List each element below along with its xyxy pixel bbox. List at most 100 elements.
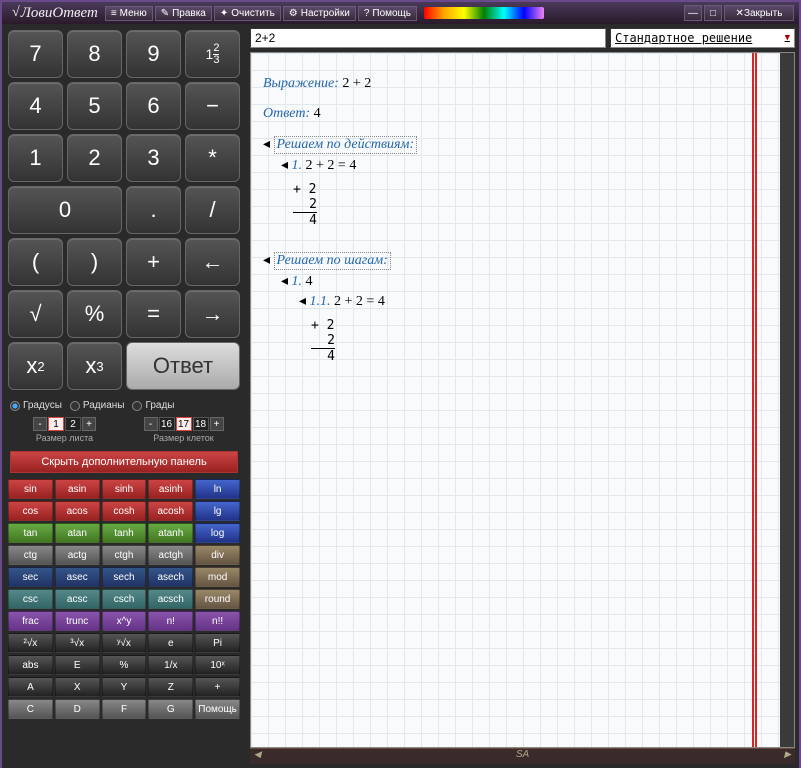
cell-val-17[interactable]: 17 bbox=[176, 417, 192, 431]
fn-abs[interactable]: abs bbox=[8, 655, 53, 675]
fn-actg[interactable]: actg bbox=[55, 545, 100, 565]
fn-²√x[interactable]: ²√x bbox=[8, 633, 53, 653]
fn-n!![interactable]: n!! bbox=[195, 611, 240, 631]
maximize-button[interactable]: □ bbox=[704, 5, 722, 21]
key-5[interactable]: 5 bbox=[67, 82, 122, 130]
fn-acosh[interactable]: acosh bbox=[148, 501, 193, 521]
key-9[interactable]: 9 bbox=[126, 30, 181, 78]
key-1⅔[interactable]: 123 bbox=[185, 30, 240, 78]
fn-G[interactable]: G bbox=[148, 699, 193, 719]
key-([interactable]: ( bbox=[8, 238, 63, 286]
fn-C[interactable]: C bbox=[8, 699, 53, 719]
fn-x^y[interactable]: x^y bbox=[102, 611, 147, 631]
fn-mod[interactable]: mod bbox=[195, 567, 240, 587]
fn-³√x[interactable]: ³√x bbox=[55, 633, 100, 653]
fn-Pi[interactable]: Pi bbox=[195, 633, 240, 653]
key-%[interactable]: % bbox=[67, 290, 122, 338]
fn-X[interactable]: X bbox=[55, 677, 100, 697]
fn-e[interactable]: e bbox=[148, 633, 193, 653]
menu-button[interactable]: ≡Меню bbox=[105, 6, 153, 21]
fn-Помощь[interactable]: Помощь bbox=[195, 699, 240, 719]
fn-sin[interactable]: sin bbox=[8, 479, 53, 499]
key-0[interactable]: 0 bbox=[8, 186, 122, 234]
fn-cos[interactable]: cos bbox=[8, 501, 53, 521]
key-x3[interactable]: x3 bbox=[67, 342, 122, 390]
key-7[interactable]: 7 bbox=[8, 30, 63, 78]
fn-asin[interactable]: asin bbox=[55, 479, 100, 499]
fn-log[interactable]: log bbox=[195, 523, 240, 543]
key-1[interactable]: 1 bbox=[8, 134, 63, 182]
fn-asec[interactable]: asec bbox=[55, 567, 100, 587]
key-)[interactable]: ) bbox=[67, 238, 122, 286]
fn-F[interactable]: F bbox=[102, 699, 147, 719]
settings-button[interactable]: ⚙Настройки bbox=[283, 6, 356, 21]
fn-asech[interactable]: asech bbox=[148, 567, 193, 587]
fn-+[interactable]: + bbox=[195, 677, 240, 697]
key-answer[interactable]: Ответ bbox=[126, 342, 240, 390]
cell-minus[interactable]: - bbox=[144, 417, 158, 431]
fn-Y[interactable]: Y bbox=[102, 677, 147, 697]
key-2[interactable]: 2 bbox=[67, 134, 122, 182]
fn-div[interactable]: div bbox=[195, 545, 240, 565]
fn-round[interactable]: round bbox=[195, 589, 240, 609]
sheet-plus[interactable]: + bbox=[82, 417, 96, 431]
fn-asinh[interactable]: asinh bbox=[148, 479, 193, 499]
key-→[interactable]: → bbox=[185, 290, 240, 338]
fn-tan[interactable]: tan bbox=[8, 523, 53, 543]
fn-acos[interactable]: acos bbox=[55, 501, 100, 521]
fn-frac[interactable]: frac bbox=[8, 611, 53, 631]
fn-trunc[interactable]: trunc bbox=[55, 611, 100, 631]
cell-plus[interactable]: + bbox=[210, 417, 224, 431]
fn-n![interactable]: n! bbox=[148, 611, 193, 631]
fn-ʸ√x[interactable]: ʸ√x bbox=[102, 633, 147, 653]
key-←[interactable]: ← bbox=[185, 238, 240, 286]
fn-csc[interactable]: csc bbox=[8, 589, 53, 609]
key-√[interactable]: √ bbox=[8, 290, 63, 338]
radio-radians[interactable]: Радианы bbox=[70, 400, 125, 411]
sheet-val-1[interactable]: 1 bbox=[48, 417, 64, 431]
vertical-scrollbar[interactable] bbox=[780, 53, 794, 747]
help-button[interactable]: ?Помощь bbox=[358, 6, 417, 21]
expression-input[interactable]: 2+2 bbox=[250, 28, 606, 48]
radio-degrees[interactable]: Градусы bbox=[10, 400, 62, 411]
hide-panel-button[interactable]: Скрыть дополнительную панель bbox=[10, 451, 238, 473]
fn-sech[interactable]: sech bbox=[102, 567, 147, 587]
fn-1/x[interactable]: 1/x bbox=[148, 655, 193, 675]
cell-val-18[interactable]: 18 bbox=[193, 417, 209, 431]
key-*[interactable]: * bbox=[185, 134, 240, 182]
key-/[interactable]: / bbox=[185, 186, 240, 234]
mode-dropdown[interactable]: Стандартное решение bbox=[610, 28, 795, 48]
key-.[interactable]: . bbox=[126, 186, 181, 234]
key-=[interactable]: = bbox=[126, 290, 181, 338]
key-x2[interactable]: x2 bbox=[8, 342, 63, 390]
fn-Z[interactable]: Z bbox=[148, 677, 193, 697]
fn-ln[interactable]: ln bbox=[195, 479, 240, 499]
sheet-val-2[interactable]: 2 bbox=[65, 417, 81, 431]
radio-grads[interactable]: Грады bbox=[132, 400, 174, 411]
fn-sec[interactable]: sec bbox=[8, 567, 53, 587]
key-8[interactable]: 8 bbox=[67, 30, 122, 78]
fn-E[interactable]: E bbox=[55, 655, 100, 675]
key-+[interactable]: + bbox=[126, 238, 181, 286]
fn-acsch[interactable]: acsch bbox=[148, 589, 193, 609]
fn-atanh[interactable]: atanh bbox=[148, 523, 193, 543]
fn-lg[interactable]: lg bbox=[195, 501, 240, 521]
edit-button[interactable]: ✎Правка bbox=[155, 6, 212, 21]
minimize-button[interactable]: — bbox=[684, 5, 702, 21]
fn-%[interactable]: % bbox=[102, 655, 147, 675]
fn-cosh[interactable]: cosh bbox=[102, 501, 147, 521]
fn-tanh[interactable]: tanh bbox=[102, 523, 147, 543]
fn-atan[interactable]: atan bbox=[55, 523, 100, 543]
key-3[interactable]: 3 bbox=[126, 134, 181, 182]
color-picker[interactable] bbox=[424, 7, 544, 19]
key-4[interactable]: 4 bbox=[8, 82, 63, 130]
fn-A[interactable]: A bbox=[8, 677, 53, 697]
key-6[interactable]: 6 bbox=[126, 82, 181, 130]
cell-val-16[interactable]: 16 bbox=[159, 417, 175, 431]
fn-actgh[interactable]: actgh bbox=[148, 545, 193, 565]
fn-csch[interactable]: csch bbox=[102, 589, 147, 609]
close-button[interactable]: ✕ Закрыть bbox=[724, 5, 794, 21]
fn-D[interactable]: D bbox=[55, 699, 100, 719]
fn-acsc[interactable]: acsc bbox=[55, 589, 100, 609]
fn-ctgh[interactable]: ctgh bbox=[102, 545, 147, 565]
